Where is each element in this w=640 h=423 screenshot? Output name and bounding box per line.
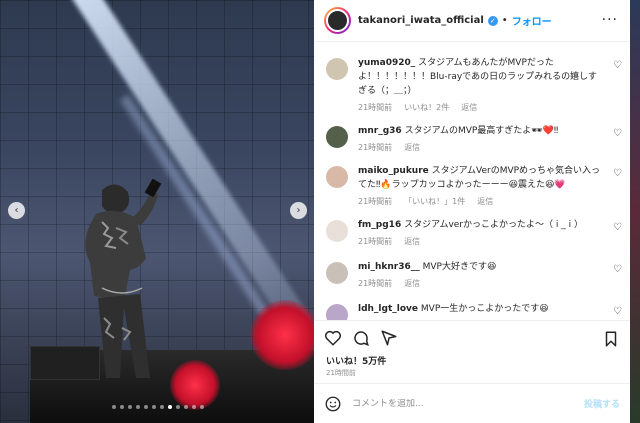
carousel-dot bbox=[200, 405, 204, 409]
comment-time: 21時間前 bbox=[358, 279, 393, 288]
comment-meta: 21時間前 返信 bbox=[358, 142, 622, 153]
author-avatar[interactable] bbox=[324, 7, 351, 34]
commenter-avatar[interactable] bbox=[326, 220, 348, 242]
comment-item: ldh_lgt_love MVP一生かっこよかったです😆 ♡ bbox=[326, 302, 622, 320]
reply-button[interactable]: 返信 bbox=[404, 142, 420, 153]
comment-like-heart-icon[interactable]: ♡ bbox=[613, 222, 622, 233]
comment-time: 21時間前 bbox=[358, 197, 393, 206]
share-send-icon[interactable] bbox=[380, 329, 398, 347]
commenter-username[interactable]: yuma0920_ bbox=[358, 58, 415, 68]
carousel-dot bbox=[152, 405, 156, 409]
comment-like-heart-icon[interactable]: ♡ bbox=[613, 60, 622, 71]
carousel-dot bbox=[192, 405, 196, 409]
comment-text: スタジアムverかっこよかったよ〜（ i _ i ） bbox=[404, 220, 583, 230]
commenter-avatar[interactable] bbox=[326, 58, 348, 80]
comment-item: yuma0920_ スタジアムもあんたがMVPだったよ！！！！！！！Blu-ra… bbox=[326, 56, 622, 113]
commenter-avatar[interactable] bbox=[326, 304, 348, 320]
carousel-dot bbox=[184, 405, 188, 409]
comment-meta: 21時間前 「いいね！」1件 返信 bbox=[358, 196, 622, 207]
comment-text-block: maiko_pukure スタジアムVerのMVPめっちゃ気合い入ってた‼🔥ラッ… bbox=[358, 164, 604, 192]
comment-input[interactable] bbox=[352, 398, 584, 409]
commenter-username[interactable]: fm_pg16 bbox=[358, 220, 401, 230]
comment-text-block: ldh_lgt_love MVP一生かっこよかったです😆 bbox=[358, 302, 604, 316]
post-comment-button[interactable]: 投稿する bbox=[584, 397, 620, 410]
reply-button[interactable]: 返信 bbox=[477, 196, 493, 207]
carousel-dot bbox=[112, 405, 116, 409]
carousel-dot bbox=[120, 405, 124, 409]
commenter-avatar[interactable] bbox=[326, 262, 348, 284]
carousel-indicator bbox=[112, 405, 204, 409]
commenter-avatar[interactable] bbox=[326, 126, 348, 148]
comment-text: MVP大好きです😆 bbox=[422, 262, 497, 272]
red-light-blob bbox=[250, 300, 314, 370]
comment-text: MVP一生かっこよかったです😆 bbox=[420, 304, 549, 314]
comment-text: スタジアムのMVP最高すぎたよ🕶❤️‼ bbox=[404, 126, 559, 136]
follow-button[interactable]: フォロー bbox=[512, 13, 552, 28]
comment-text-block: yuma0920_ スタジアムもあんたがMVPだったよ！！！！！！！Blu-ra… bbox=[358, 56, 604, 98]
carousel-dot bbox=[168, 405, 172, 409]
comment-time: 21時間前 bbox=[358, 143, 393, 152]
commenter-avatar[interactable] bbox=[326, 166, 348, 188]
comment-item: maiko_pukure スタジアムVerのMVPめっちゃ気合い入ってた‼🔥ラッ… bbox=[326, 164, 622, 207]
background-edge bbox=[630, 0, 640, 423]
separator-dot: • bbox=[501, 15, 508, 26]
red-light-blob bbox=[170, 360, 220, 410]
carousel-dot bbox=[136, 405, 140, 409]
bookmark-icon[interactable] bbox=[602, 330, 620, 348]
comment-bubble-icon[interactable] bbox=[352, 329, 370, 347]
reply-button[interactable]: 返信 bbox=[404, 236, 420, 247]
carousel-dot bbox=[144, 405, 148, 409]
comment-like-heart-icon[interactable]: ♡ bbox=[613, 168, 622, 179]
post-photo[interactable]: ‹ › bbox=[0, 0, 314, 423]
carousel-prev-button[interactable]: ‹ bbox=[8, 202, 25, 219]
verified-badge-icon: ✓ bbox=[487, 15, 498, 26]
post-detail-panel: takanori_iwata_official ✓ • フォロー ··· yum… bbox=[314, 0, 630, 423]
comment-list[interactable]: yuma0920_ スタジアムもあんたがMVPだったよ！！！！！！！Blu-ra… bbox=[314, 42, 630, 320]
carousel-dot bbox=[128, 405, 132, 409]
comment-like-count[interactable]: 「いいね！」1件 bbox=[404, 196, 465, 207]
like-count[interactable]: いいね！5万件 bbox=[326, 354, 386, 367]
performer-figure bbox=[85, 178, 162, 378]
comment-like-count[interactable]: いいね！2件 bbox=[404, 102, 449, 113]
comment-text-block: fm_pg16 スタジアムverかっこよかったよ〜（ i _ i ） bbox=[358, 218, 604, 232]
reply-button[interactable]: 返信 bbox=[404, 278, 420, 289]
add-comment-bar: 投稿する bbox=[314, 383, 630, 423]
like-heart-icon[interactable] bbox=[324, 329, 342, 347]
comment-like-heart-icon[interactable]: ♡ bbox=[613, 128, 622, 139]
comment-like-heart-icon[interactable]: ♡ bbox=[613, 264, 622, 275]
comment-like-heart-icon[interactable]: ♡ bbox=[613, 306, 622, 317]
author-username[interactable]: takanori_iwata_official bbox=[358, 15, 484, 26]
comment-item: fm_pg16 スタジアムverかっこよかったよ〜（ i _ i ） 21時間前… bbox=[326, 218, 622, 247]
comment-meta: 21時間前 いいね！2件 返信 bbox=[358, 102, 622, 113]
emoji-icon[interactable] bbox=[324, 395, 342, 413]
comment-time: 21時間前 bbox=[358, 237, 393, 246]
comment-time: 21時間前 bbox=[358, 103, 393, 112]
instagram-post-modal: ‹ › takanori_iwata_official ✓ • フォロー ···… bbox=[0, 0, 640, 423]
reply-button[interactable]: 返信 bbox=[461, 102, 477, 113]
post-timestamp: 21時間前 bbox=[326, 369, 356, 377]
commenter-username[interactable]: ldh_lgt_love bbox=[358, 304, 418, 314]
comment-meta: 21時間前 返信 bbox=[358, 278, 622, 289]
action-bar bbox=[314, 320, 630, 354]
comment-text-block: mi_hknr36__ MVP大好きです😆 bbox=[358, 260, 604, 274]
post-header: takanori_iwata_official ✓ • フォロー ··· bbox=[314, 0, 630, 42]
comment-text-block: mnr_g36 スタジアムのMVP最高すぎたよ🕶❤️‼ bbox=[358, 124, 604, 138]
comment-item: mi_hknr36__ MVP大好きです😆 21時間前 返信 ♡ bbox=[326, 260, 622, 289]
carousel-next-button[interactable]: › bbox=[290, 202, 307, 219]
comment-meta: 21時間前 返信 bbox=[358, 236, 622, 247]
commenter-username[interactable]: mi_hknr36__ bbox=[358, 262, 420, 272]
carousel-dot bbox=[176, 405, 180, 409]
commenter-username[interactable]: mnr_g36 bbox=[358, 126, 402, 136]
comment-item: mnr_g36 スタジアムのMVP最高すぎたよ🕶❤️‼ 21時間前 返信 ♡ bbox=[326, 124, 622, 153]
carousel-dot bbox=[160, 405, 164, 409]
more-options-icon[interactable]: ··· bbox=[602, 12, 618, 28]
commenter-username[interactable]: maiko_pukure bbox=[358, 166, 429, 176]
